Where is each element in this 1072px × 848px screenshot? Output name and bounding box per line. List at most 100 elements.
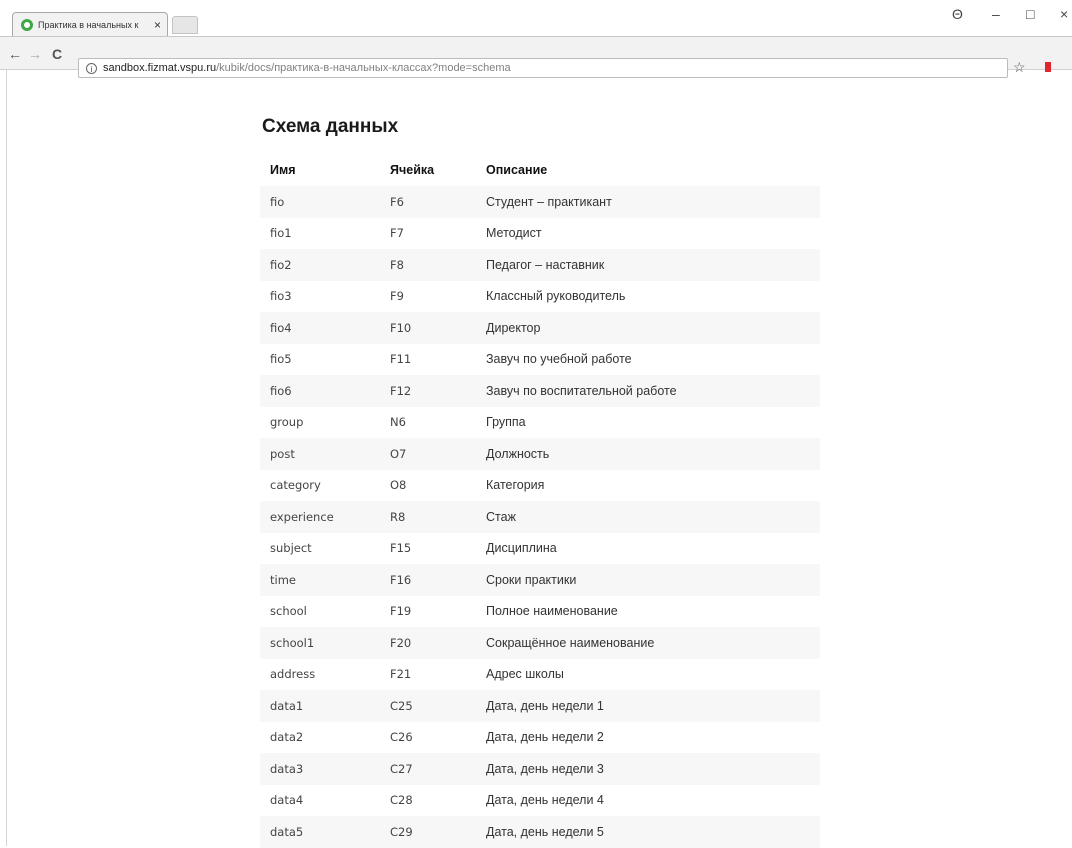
window-left-edge xyxy=(0,0,7,846)
row-name-cell: data4 xyxy=(270,793,304,808)
table-row: fio5 F11 Завуч по учебной работе xyxy=(260,344,820,376)
table-row: category O8 Категория xyxy=(260,470,820,502)
back-arrow-icon[interactable]: ← xyxy=(8,47,22,61)
row-cell-ref: F16 xyxy=(380,564,476,596)
row-cell-ref: F6 xyxy=(380,186,476,218)
table-header-row: Имя Ячейка Описание xyxy=(260,154,820,186)
row-description: Дата, день недели 5 xyxy=(476,816,820,848)
row-name-cell: fio2 xyxy=(260,249,380,281)
table-row: fio F6 Студент – практикант xyxy=(260,186,820,218)
row-description: Завуч по воспитательной работе xyxy=(476,375,820,407)
row-cell-ref: C28 xyxy=(390,793,413,808)
table-row: fio6 F12 Завуч по воспитательной работе xyxy=(260,375,820,407)
row-description: Дата, день недели 2 xyxy=(486,730,604,745)
row-name-cell: fio xyxy=(260,186,380,218)
row-name-cell: data3 xyxy=(260,753,380,785)
row-cell-ref: F15 xyxy=(390,541,412,556)
row-description: Дисциплина xyxy=(486,541,557,556)
row-cell-ref: C25 xyxy=(380,690,476,722)
row-cell-ref: F11 xyxy=(390,352,412,367)
row-description: Завуч по учебной работе xyxy=(486,352,632,367)
row-cell-ref: F8 xyxy=(380,249,476,281)
bookmark-star-icon[interactable]: ☆ xyxy=(1013,59,1026,76)
reload-icon[interactable]: C xyxy=(52,47,62,61)
browser-menu-icon[interactable]: ⋮ xyxy=(1066,58,1072,75)
tab-strip: Практика в начальных к × Θ – □ × xyxy=(0,0,1072,36)
row-name-cell: group xyxy=(270,415,304,430)
table-row: data3 C27 Дата, день недели 3 xyxy=(260,753,820,785)
row-description: Директор xyxy=(476,312,820,344)
row-description: Методист xyxy=(486,226,542,241)
row-description: Дата, день недели 3 xyxy=(476,753,820,785)
info-icon[interactable]: i xyxy=(86,62,97,74)
tab-close-icon[interactable]: × xyxy=(154,19,161,31)
close-window-button[interactable]: × xyxy=(1060,6,1068,22)
table-row: data2 C26 Дата, день недели 2 xyxy=(260,722,820,754)
row-name-cell: fio5 xyxy=(270,352,292,367)
bookmark-extension-icon[interactable] xyxy=(1045,62,1051,72)
url-host: sandbox.fizmat.vspu.ru xyxy=(103,62,217,74)
new-tab-button[interactable] xyxy=(172,16,198,34)
table-row: school F19 Полное наименование xyxy=(260,596,820,628)
row-description: Студент – практикант xyxy=(476,186,820,218)
column-header-name: Имя xyxy=(270,163,296,177)
forward-arrow-icon[interactable]: → xyxy=(28,47,42,61)
row-cell-ref: F12 xyxy=(380,375,476,407)
table-row: data4 C28 Дата, день недели 4 xyxy=(260,785,820,817)
table-row: fio3 F9 Классный руководитель xyxy=(260,281,820,313)
row-name-cell: time xyxy=(260,564,380,596)
row-name-cell: school1 xyxy=(260,627,380,659)
row-cell-ref: N6 xyxy=(390,415,406,430)
table-row: data1 C25 Дата, день недели 1 xyxy=(260,690,820,722)
row-cell-ref: F10 xyxy=(380,312,476,344)
table-row: address F21 Адрес школы xyxy=(260,659,820,691)
row-name-cell: fio3 xyxy=(270,289,292,304)
table-row: fio2 F8 Педагог – наставник xyxy=(260,249,820,281)
row-name-cell: data2 xyxy=(270,730,304,745)
row-cell-ref: F9 xyxy=(390,289,404,304)
row-cell-ref: F7 xyxy=(390,226,404,241)
row-name-cell: data1 xyxy=(260,690,380,722)
table-row: data5 C29 Дата, день недели 5 xyxy=(260,816,820,848)
row-name-cell: fio4 xyxy=(260,312,380,344)
row-description: Группа xyxy=(486,415,526,430)
table-row: group N6 Группа xyxy=(260,407,820,439)
row-description: Дата, день недели 4 xyxy=(486,793,604,808)
row-description: Сокращённое наименование xyxy=(476,627,820,659)
column-header-cell: Ячейка xyxy=(390,163,435,177)
row-cell-ref: F19 xyxy=(390,604,412,619)
table-row: post O7 Должность xyxy=(260,438,820,470)
page-title: Схема данных xyxy=(262,116,399,137)
tab-title: Практика в начальных к xyxy=(38,19,139,30)
row-name-cell: experience xyxy=(260,501,380,533)
row-name-cell: category xyxy=(270,478,321,493)
row-description: Должность xyxy=(476,438,820,470)
row-cell-ref: C26 xyxy=(390,730,413,745)
row-cell-ref: C27 xyxy=(380,753,476,785)
row-name-cell: data5 xyxy=(260,816,380,848)
row-description: Стаж xyxy=(476,501,820,533)
column-header-description: Описание xyxy=(486,163,548,177)
row-description: Полное наименование xyxy=(486,604,618,619)
row-description: Дата, день недели 1 xyxy=(476,690,820,722)
table-row: experience R8 Стаж xyxy=(260,501,820,533)
row-cell-ref: F20 xyxy=(380,627,476,659)
row-description: Классный руководитель xyxy=(486,289,626,304)
table-row: school1 F20 Сокращённое наименование xyxy=(260,627,820,659)
minimize-button[interactable]: – xyxy=(992,6,1000,22)
row-cell-ref: C29 xyxy=(380,816,476,848)
row-name-cell: fio6 xyxy=(260,375,380,407)
row-description: Сроки практики xyxy=(476,564,820,596)
row-cell-ref: R8 xyxy=(380,501,476,533)
maximize-button[interactable]: □ xyxy=(1026,6,1034,22)
row-cell-ref: O8 xyxy=(390,478,407,493)
row-description: Педагог – наставник xyxy=(476,249,820,281)
profile-icon[interactable]: Θ xyxy=(952,6,963,22)
row-description: Категория xyxy=(486,478,545,493)
row-cell-ref: O7 xyxy=(380,438,476,470)
address-bar[interactable]: i sandbox.fizmat.vspu.ru/kubik/docs/прак… xyxy=(78,58,1008,78)
table-row: fio4 F10 Директор xyxy=(260,312,820,344)
row-name-cell: subject xyxy=(270,541,312,556)
table-row: subject F15 Дисциплина xyxy=(260,533,820,565)
browser-tab[interactable]: Практика в начальных к × xyxy=(12,12,168,36)
